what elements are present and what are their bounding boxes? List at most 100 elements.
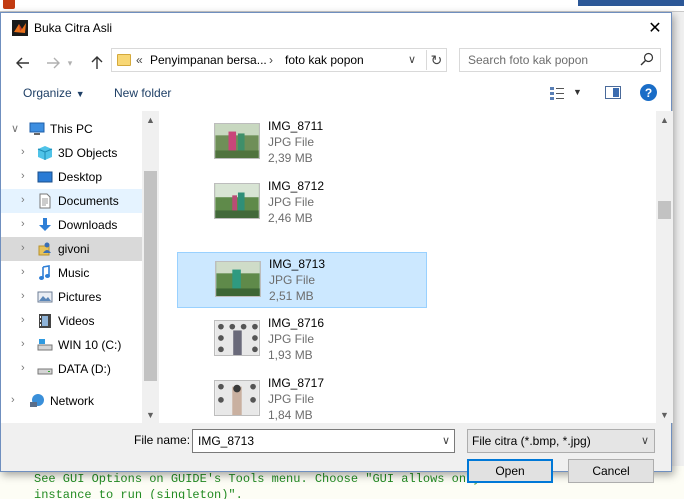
cancel-button[interactable]: Cancel	[568, 459, 654, 483]
chevron-down-icon[interactable]: ∨	[641, 434, 649, 447]
file-name: IMG_8713	[269, 257, 326, 271]
search-icon[interactable]	[640, 52, 654, 66]
file-item[interactable]: IMG_8716 JPG File 1,93 MB	[177, 312, 427, 368]
nav-item-desktop[interactable]: › Desktop	[1, 165, 142, 189]
file-list-scrollbar[interactable]: ▲ ▼	[656, 111, 673, 423]
nav-item-label: Videos	[58, 314, 95, 328]
breadcrumb-segment[interactable]: foto kak popon	[285, 53, 364, 67]
file-type: JPG File	[268, 392, 315, 406]
expander-icon[interactable]: ›	[21, 218, 25, 230]
cube-icon	[37, 146, 53, 160]
up-button[interactable]	[85, 51, 109, 75]
caret-down-icon: ▼	[75, 89, 85, 99]
file-item-selected[interactable]: IMG_8713 JPG File 2,51 MB	[177, 252, 427, 308]
preview-pane-icon[interactable]	[605, 86, 621, 99]
file-item[interactable]: IMG_8717 JPG File 1,84 MB	[177, 372, 427, 423]
organize-button[interactable]: Organize ▼	[23, 86, 85, 100]
document-icon	[39, 193, 51, 209]
expander-icon[interactable]: ›	[21, 146, 25, 158]
file-name-label: File name:	[134, 433, 191, 447]
breadcrumb-separator[interactable]: ›	[269, 53, 273, 67]
nav-item-network[interactable]: › Network	[1, 389, 142, 413]
file-type-filter[interactable]: File citra (*.bmp, *.jpg) ∨	[467, 429, 655, 453]
nav-item-3d-objects[interactable]: › 3D Objects	[1, 141, 142, 165]
view-options-dropdown[interactable]: ▼	[573, 87, 582, 97]
nav-item-music[interactable]: › Music	[1, 261, 142, 285]
scrollbar-thumb[interactable]	[658, 201, 671, 219]
expander-icon[interactable]: ›	[21, 290, 25, 302]
nav-item-label: DATA (D:)	[58, 362, 111, 376]
nav-item-drive-c[interactable]: › WIN 10 (C:)	[1, 333, 142, 357]
matlab-icon	[12, 20, 28, 36]
expander-icon[interactable]: ∨	[11, 122, 19, 135]
address-bar[interactable]: « Penyimpanan bersa... › foto kak popon …	[111, 48, 447, 72]
code-line: See GUI Options on GUIDE's Tools menu. C…	[34, 472, 510, 486]
file-name: IMG_8712	[268, 179, 325, 193]
scroll-up-icon[interactable]: ▲	[656, 111, 673, 128]
file-item[interactable]: IMG_8712 JPG File 2,46 MB	[177, 175, 427, 231]
desktop-icon	[37, 171, 53, 183]
help-button[interactable]: ?	[640, 84, 657, 101]
file-name: IMG_8717	[268, 376, 325, 390]
file-item[interactable]: IMG_8711 JPG File 2,39 MB	[177, 115, 427, 171]
nav-item-videos[interactable]: › Videos	[1, 309, 142, 333]
close-button[interactable]: ✕	[639, 13, 671, 43]
expander-icon[interactable]: ›	[21, 194, 25, 206]
file-name-value[interactable]: IMG_8713	[198, 434, 254, 448]
image-thumbnail	[214, 380, 260, 416]
expander-icon[interactable]: ›	[21, 314, 25, 326]
file-size: 1,93 MB	[268, 348, 313, 362]
dialog-titlebar[interactable]: Buka Citra Asli ✕	[1, 13, 671, 43]
nav-item-this-pc[interactable]: ∨ This PC	[1, 117, 142, 141]
new-folder-button[interactable]: New folder	[114, 86, 171, 100]
folder-icon	[117, 54, 131, 66]
scroll-down-icon[interactable]: ▼	[142, 406, 159, 423]
nav-item-label: Pictures	[58, 290, 102, 304]
nav-item-drive-d[interactable]: › DATA (D:)	[1, 357, 142, 381]
arrow-left-icon	[16, 57, 29, 69]
scroll-down-icon[interactable]: ▼	[656, 406, 673, 423]
file-name: IMG_8711	[268, 119, 324, 133]
expander-icon[interactable]: ›	[11, 394, 15, 406]
code-line: instance to run (singleton)".	[34, 488, 243, 499]
expander-icon[interactable]: ›	[21, 338, 25, 350]
nav-item-label: WIN 10 (C:)	[58, 338, 122, 352]
nav-item-label: givoni	[58, 242, 90, 256]
file-name-input[interactable]: IMG_8713 ∨	[192, 429, 455, 453]
search-input[interactable]	[466, 50, 636, 70]
download-icon	[39, 218, 51, 231]
overflow-chevrons[interactable]: «	[136, 53, 143, 67]
back-button[interactable]	[11, 51, 35, 75]
chevron-down-icon[interactable]: ∨	[442, 434, 450, 447]
search-box[interactable]	[459, 48, 661, 72]
chevron-down-icon[interactable]: ∨	[408, 53, 416, 66]
nav-item-pictures[interactable]: › Pictures	[1, 285, 142, 309]
file-type: JPG File	[268, 332, 315, 346]
forward-button[interactable]	[41, 51, 65, 75]
expander-icon[interactable]: ›	[21, 242, 25, 254]
background-window-strip	[578, 0, 684, 6]
file-name: IMG_8716	[268, 316, 325, 330]
file-type: JPG File	[268, 135, 315, 149]
drive-c-icon	[37, 339, 53, 351]
change-view-icon[interactable]	[549, 85, 565, 101]
open-button[interactable]: Open	[467, 459, 553, 483]
scroll-up-icon[interactable]: ▲	[142, 111, 159, 128]
scrollbar-thumb[interactable]	[144, 171, 157, 381]
nav-item-label: This PC	[50, 122, 93, 136]
refresh-icon: ↻	[430, 51, 443, 68]
refresh-button[interactable]: ↻	[426, 50, 446, 70]
image-thumbnail	[215, 261, 261, 297]
recent-locations-button[interactable]: ▾	[63, 51, 77, 75]
nav-item-givoni[interactable]: › givoni	[1, 237, 142, 261]
breadcrumb-segment[interactable]: Penyimpanan bersa...	[150, 53, 267, 67]
music-icon	[39, 265, 50, 280]
file-size: 1,84 MB	[268, 408, 313, 422]
expander-icon[interactable]: ›	[21, 266, 25, 278]
navigation-scrollbar[interactable]: ▲ ▼	[142, 111, 159, 423]
expander-icon[interactable]: ›	[21, 362, 25, 374]
nav-item-downloads[interactable]: › Downloads	[1, 213, 142, 237]
expander-icon[interactable]: ›	[21, 170, 25, 182]
nav-item-documents[interactable]: › Documents	[1, 189, 142, 213]
navigation-pane: ∨ This PC › 3D Objects › Desktop › Docum…	[1, 111, 159, 423]
